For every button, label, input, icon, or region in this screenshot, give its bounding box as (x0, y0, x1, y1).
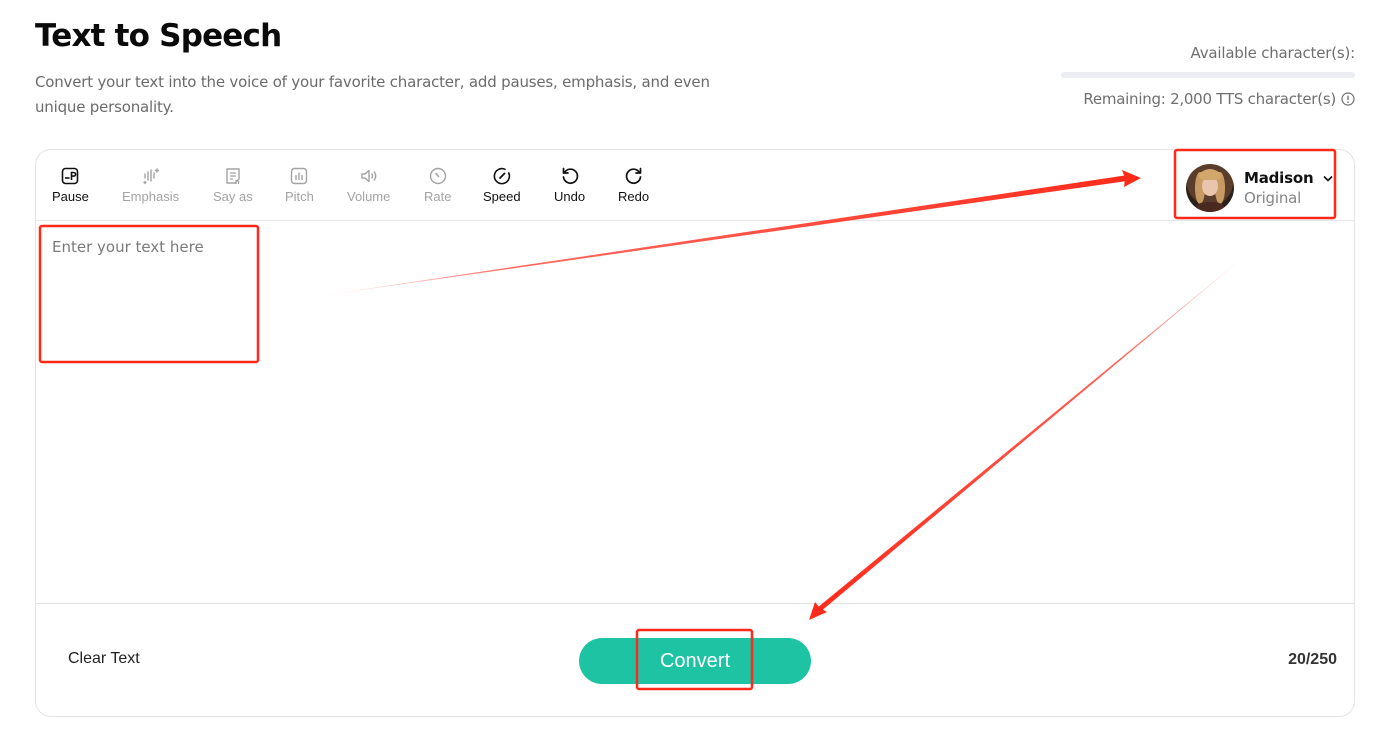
quota-remaining-text: Remaining: 2,000 TTS character(s) (1083, 90, 1336, 108)
convert-button[interactable]: Convert (579, 638, 811, 684)
tool-label: Pause (52, 189, 89, 204)
say-as-button[interactable]: Say as (213, 166, 253, 204)
redo-button[interactable]: Redo (618, 166, 649, 204)
page-description: Convert your text into the voice of your… (35, 73, 710, 116)
tool-label: Say as (213, 189, 253, 204)
quota-remaining: Remaining: 2,000 TTS character(s) (1060, 90, 1355, 108)
tool-label: Speed (483, 189, 521, 204)
speedometer-icon (493, 167, 510, 185)
quota-progress-bar (1061, 72, 1355, 78)
text-input[interactable] (40, 226, 1340, 598)
speed-button[interactable]: Speed (483, 166, 521, 204)
quota-label: Available character(s): (1190, 44, 1356, 62)
pitch-button[interactable]: Pitch (285, 166, 314, 204)
undo-button[interactable]: Undo (554, 166, 585, 204)
speaker-volume-icon (360, 169, 376, 183)
redo-icon (625, 167, 641, 184)
clear-text-button[interactable]: Clear Text (68, 650, 140, 668)
tool-label: Rate (424, 189, 452, 204)
tool-label: Volume (347, 189, 391, 204)
say-as-document-icon (226, 168, 240, 184)
avatar (1186, 164, 1234, 212)
editor-footer: Clear Text Convert 20/250 (36, 603, 1354, 716)
undo-icon (562, 167, 578, 184)
pause-button[interactable]: Pause (52, 166, 89, 204)
chevron-down-icon (1323, 175, 1334, 182)
info-circle-icon[interactable] (1341, 92, 1355, 106)
voice-style: Original (1244, 189, 1302, 207)
pitch-bars-icon (291, 167, 308, 185)
emphasis-button[interactable]: Emphasis (122, 166, 179, 204)
voice-selector[interactable]: Madison Original (1174, 156, 1336, 220)
ssml-toolbar: Pause Emphasis Say as Pitch Volume Rate … (36, 150, 1354, 221)
emphasis-wave-icon (142, 168, 159, 185)
tool-label: Undo (554, 189, 586, 204)
page-title: Text to Speech (35, 18, 282, 54)
tts-editor: Pause Emphasis Say as Pitch Volume Rate … (35, 149, 1355, 717)
volume-button[interactable]: Volume (347, 166, 390, 204)
pause-marker-icon (62, 167, 79, 185)
voice-name: Madison (1244, 169, 1314, 187)
character-counter: 20/250 (1288, 651, 1337, 668)
character-quota: Available character(s): Remaining: 2,000… (1060, 44, 1355, 108)
tool-label: Emphasis (122, 189, 180, 204)
tool-label: Pitch (285, 189, 314, 204)
rate-button[interactable]: Rate (424, 166, 451, 204)
rate-gauge-icon (429, 167, 446, 185)
tool-label: Redo (618, 189, 650, 204)
